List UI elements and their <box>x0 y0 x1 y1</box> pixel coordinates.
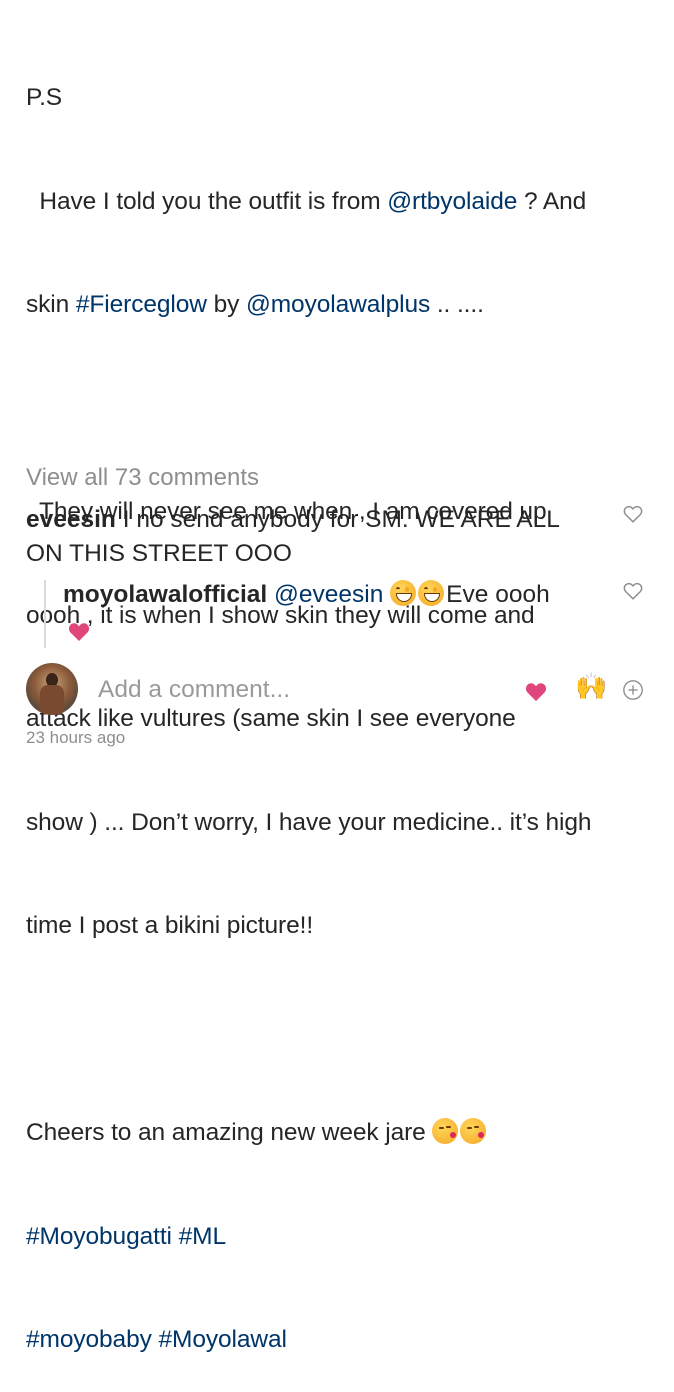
caption-line: #Moyobugatti #ML <box>26 1220 646 1255</box>
comment-username[interactable]: eveesin <box>26 506 116 533</box>
face-blowing-kiss-emoji <box>460 1118 487 1144</box>
grinning-squinting-face-emoji <box>418 580 445 606</box>
mention-link[interactable]: @eveesin <box>274 581 383 608</box>
caption-text: .. .... <box>430 291 484 318</box>
caption-text: skin <box>26 291 76 318</box>
comment-text: ON THIS STREET OOO <box>26 540 292 567</box>
face-blowing-kiss-emoji <box>432 1118 459 1144</box>
reply-text: Eve oooh <box>446 581 550 608</box>
reply-username[interactable]: moyolawalofficial <box>63 581 267 608</box>
add-comment-input[interactable]: Add a comment... <box>98 676 290 704</box>
post-timestamp: 23 hours ago <box>26 728 126 747</box>
heart-outline-icon[interactable] <box>622 580 644 602</box>
caption-text: ? And <box>517 187 587 215</box>
avatar-figure-body <box>40 685 64 715</box>
hashtag-link[interactable]: #Moyolawal <box>158 1326 286 1353</box>
hashtag-link[interactable]: #Fierceglow <box>76 291 207 318</box>
heart-filled-icon <box>68 623 90 641</box>
grinning-squinting-face-emoji <box>390 580 417 606</box>
caption-line: P.S <box>26 84 63 111</box>
raising-hands-emoji-button[interactable]: 🙌 <box>575 671 607 701</box>
caption-text: by <box>206 291 246 318</box>
comment-text: I no send anybody for SM. WE ARE ALL <box>115 506 560 533</box>
caption-text: Cheers to an amazing new week jare <box>26 1119 433 1146</box>
reply-item: moyolawalofficial @eveesin Eve oooh <box>63 578 603 612</box>
mention-link[interactable]: @rtbyolaide <box>387 188 517 215</box>
caption-line: show ) ... Don’t worry, I have your medi… <box>26 808 592 836</box>
hashtag-link[interactable]: #moyobaby <box>26 1326 152 1353</box>
comment-item: eveesin I no send anybody for SM. WE ARE… <box>26 503 596 571</box>
view-all-comments-link[interactable]: View all 73 comments <box>26 464 259 492</box>
hashtag-link[interactable]: #Moyobugatti <box>26 1223 172 1250</box>
caption-line: Have I told you the outfit is from @rtby… <box>26 185 646 220</box>
reply-thread-line <box>44 580 46 648</box>
heart-outline-icon[interactable] <box>622 503 644 525</box>
caption-line: skin #Fierceglow by @moyolawalplus .. ..… <box>26 288 646 323</box>
mention-link[interactable]: @moyolawalplus <box>246 291 430 318</box>
hashtag-link[interactable]: #ML <box>179 1223 226 1250</box>
caption-line: #moyobaby #Moyolawal <box>26 1323 646 1358</box>
avatar[interactable] <box>26 663 78 715</box>
caption-line: time I post a bikini picture!! <box>26 912 314 939</box>
caption-text: Have I told you the outfit is from <box>26 187 388 215</box>
heart-filled-icon[interactable] <box>523 680 549 702</box>
plus-circle-icon[interactable] <box>622 679 644 701</box>
caption-line: Cheers to an amazing new week jare <box>26 1116 646 1151</box>
